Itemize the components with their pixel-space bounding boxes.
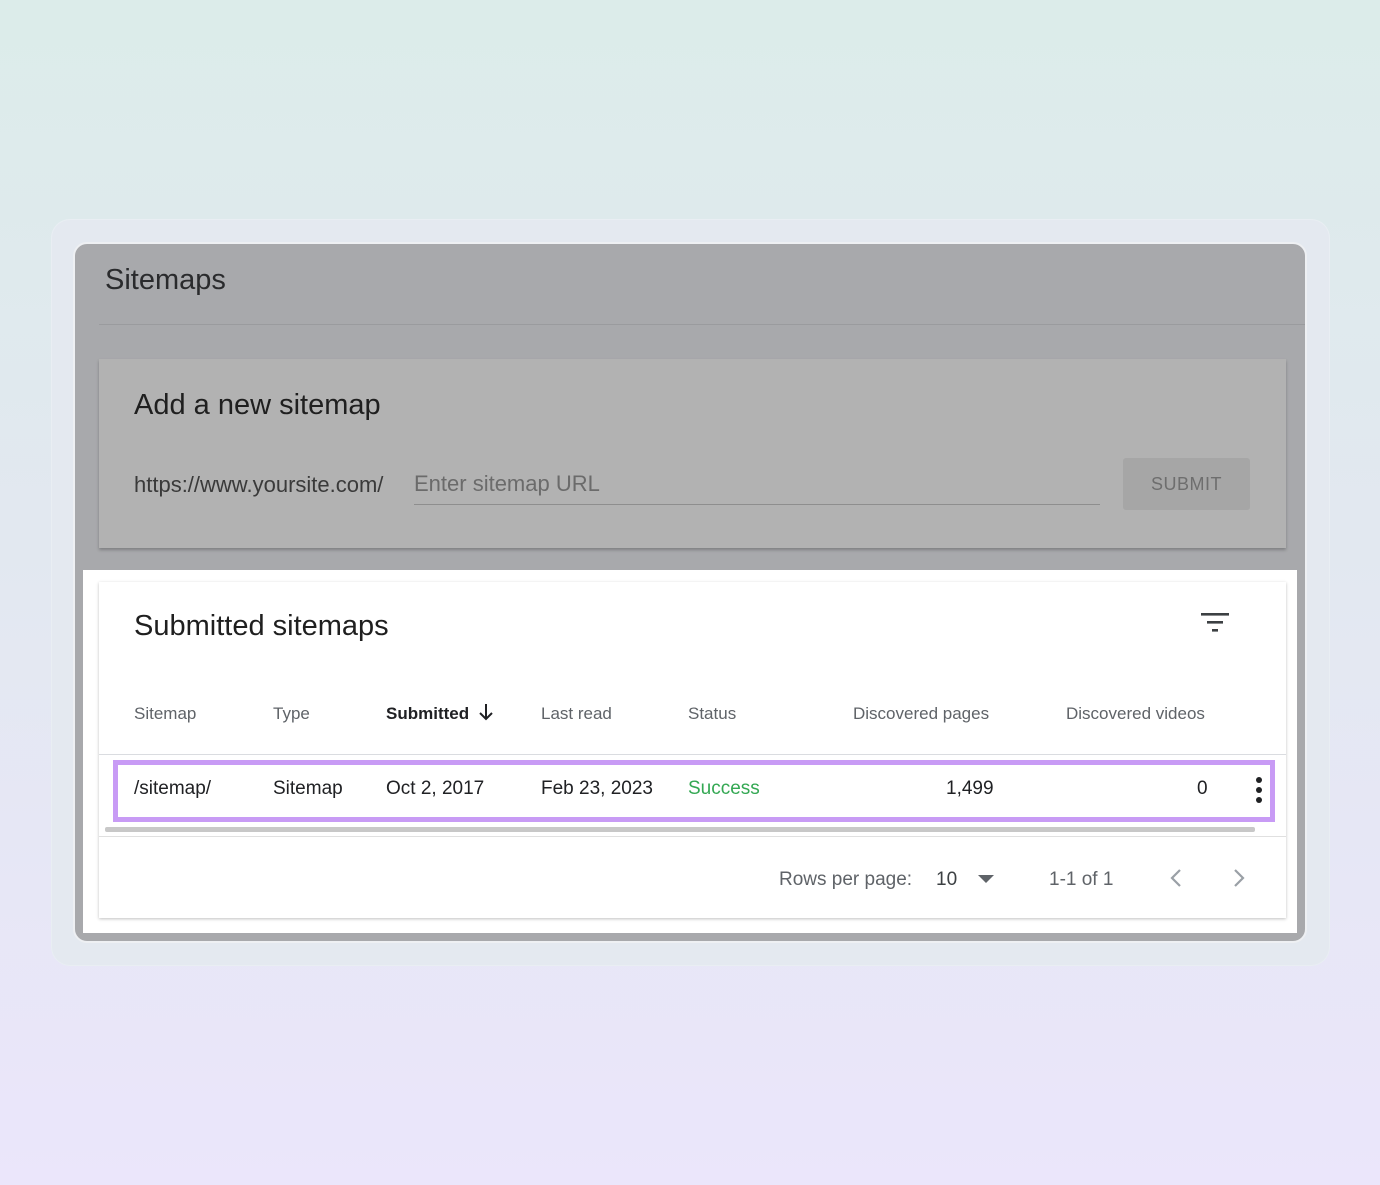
cell-discovered-pages: 1,499	[946, 778, 994, 799]
column-header-sitemap[interactable]: Sitemap	[134, 704, 196, 724]
chevron-right-icon[interactable]	[1229, 864, 1249, 892]
column-header-submitted[interactable]: Submitted	[386, 704, 469, 724]
column-header-discovered-pages[interactable]: Discovered pages	[853, 704, 989, 724]
url-prefix: https://www.yoursite.com/	[134, 472, 384, 497]
rows-per-page-label: Rows per page:	[779, 869, 913, 890]
sitemaps-panel: Sitemaps Add a new sitemap https://www.y…	[73, 242, 1307, 943]
footer-divider	[99, 836, 1286, 837]
caret-down-icon[interactable]	[977, 872, 995, 886]
title-divider	[99, 324, 1305, 325]
add-sitemap-title: Add a new sitemap	[134, 389, 381, 421]
page-title: Sitemaps	[105, 264, 226, 296]
column-header-status[interactable]: Status	[688, 704, 736, 724]
submitted-sitemaps-card: Submitted sitemaps Sitemap Type Submitte…	[99, 582, 1286, 918]
add-sitemap-card: Add a new sitemap https://www.yoursite.c…	[99, 359, 1286, 548]
cell-type: Sitemap	[273, 778, 343, 799]
cell-last-read: Feb 23, 2023	[541, 778, 653, 799]
page-range: 1-1 of 1	[1049, 869, 1114, 890]
cell-status: Success	[688, 778, 760, 799]
chevron-left-icon[interactable]	[1166, 864, 1186, 892]
column-header-last-read[interactable]: Last read	[541, 704, 612, 724]
cell-discovered-videos: 0	[1197, 778, 1208, 799]
more-vert-icon[interactable]	[1252, 775, 1266, 805]
column-header-discovered-videos[interactable]: Discovered videos	[1066, 704, 1205, 724]
submitted-sitemaps-title: Submitted sitemaps	[134, 610, 389, 642]
filter-icon[interactable]	[1199, 610, 1231, 634]
rows-per-page-select[interactable]: 10	[936, 869, 957, 891]
arrow-down-icon[interactable]	[477, 702, 495, 722]
cell-submitted: Oct 2, 2017	[386, 778, 485, 799]
horizontal-scrollbar[interactable]	[105, 827, 1255, 832]
sitemap-url-input[interactable]	[414, 463, 1100, 505]
column-header-type[interactable]: Type	[273, 704, 310, 724]
submit-button[interactable]: SUBMIT	[1123, 458, 1250, 510]
header-divider	[99, 754, 1286, 755]
cell-sitemap[interactable]: /sitemap/	[134, 778, 211, 800]
